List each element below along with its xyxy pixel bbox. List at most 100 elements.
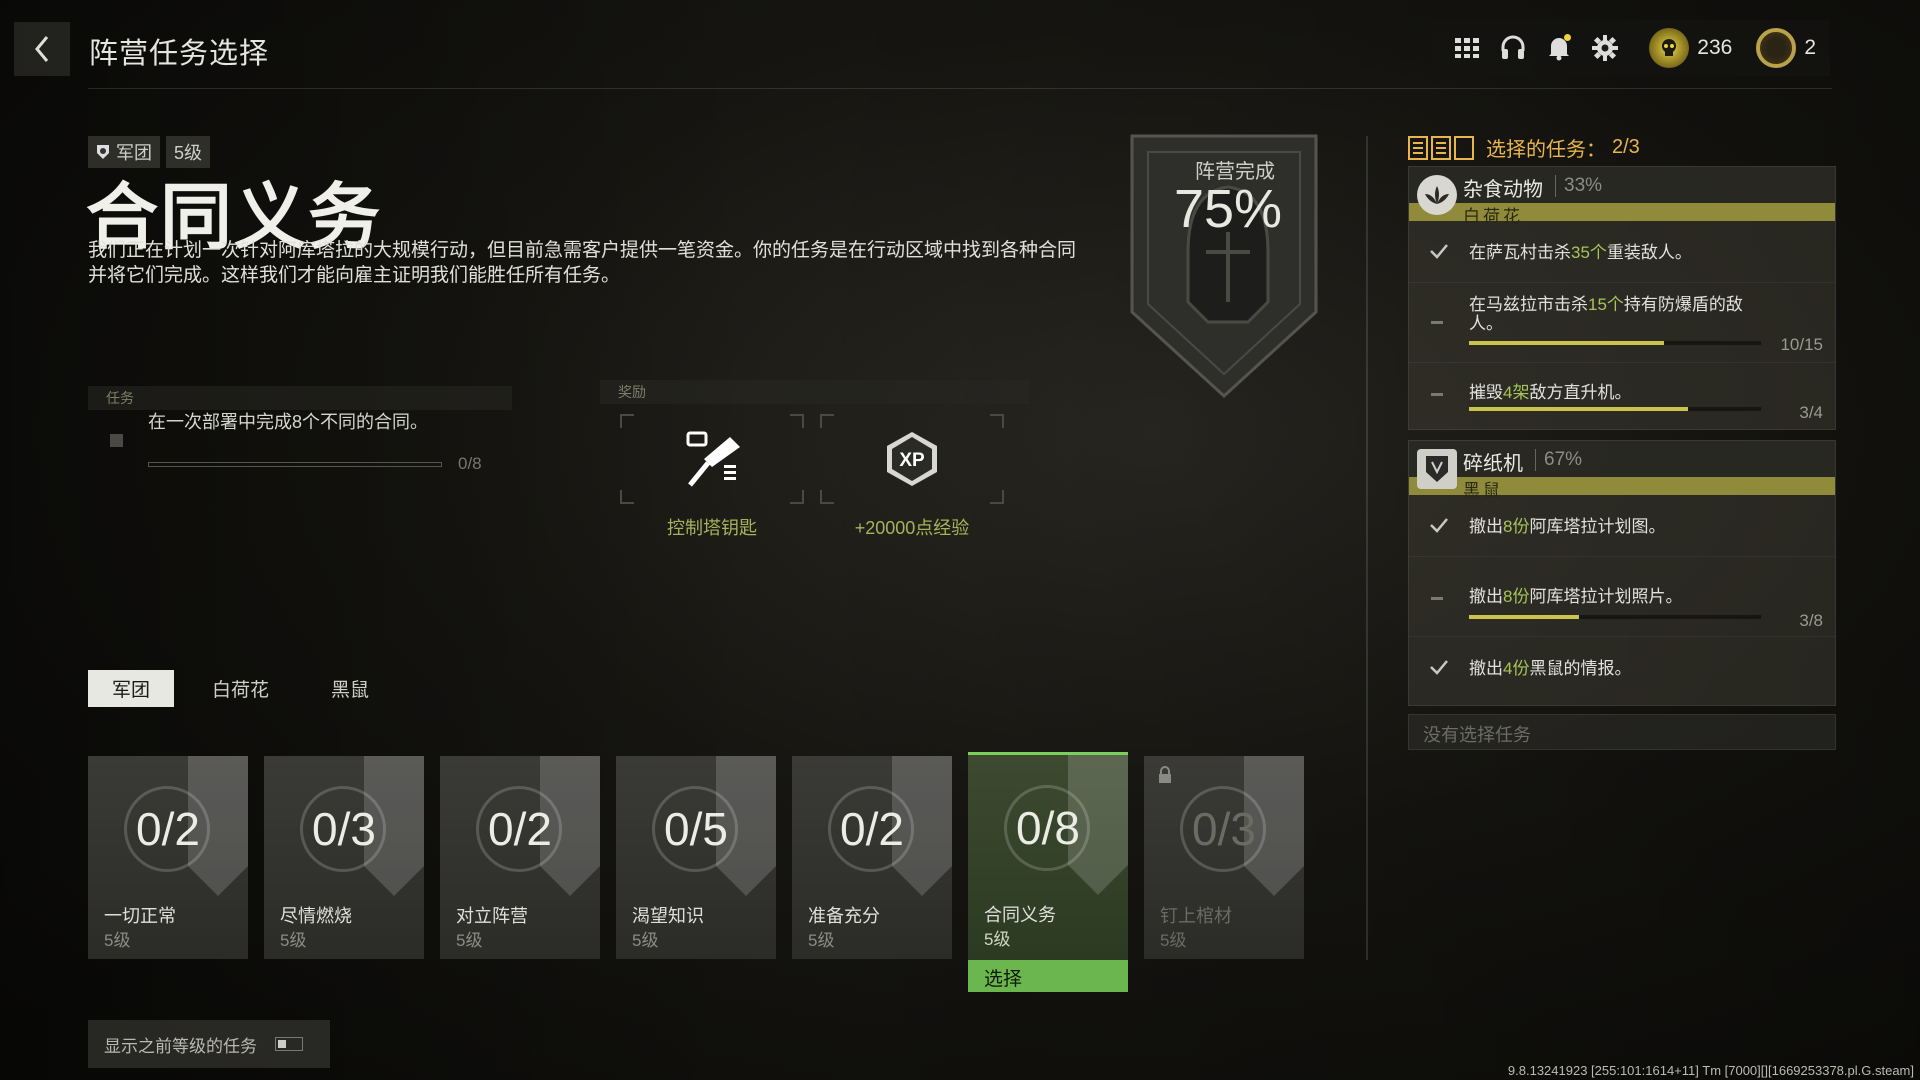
currency-ring[interactable]: 2	[1756, 28, 1816, 68]
grid-icon	[1455, 38, 1480, 58]
currency-skull[interactable]: 236	[1649, 28, 1732, 68]
objective-text-post: 黑鼠的情报。	[1529, 659, 1632, 678]
card-level: 5级	[632, 931, 659, 950]
objective-item: 撤出4份黑鼠的情报。	[1409, 637, 1835, 705]
grid-menu-button[interactable]	[1447, 28, 1487, 68]
gear-icon	[1592, 35, 1619, 61]
check-icon	[1430, 660, 1448, 675]
card-name: 准备充分	[808, 906, 880, 926]
objective-text-highlight: 15个	[1588, 295, 1624, 314]
card-level: 5级	[808, 931, 835, 950]
objective-text-post: 重装敌人。	[1606, 243, 1692, 262]
reward-corner	[790, 414, 804, 428]
build-info: 9.8.13241923 [255:101:1614+11] Tm [7000]…	[1507, 1063, 1914, 1078]
objective-text: 在马兹拉市击杀15个持有防爆盾的敌人。	[1469, 295, 1769, 333]
task-text: 在一次部署中完成8个不同的合同。	[148, 412, 429, 432]
objective-item: 摧毁4架敌方直升机。 3/4	[1409, 363, 1835, 429]
settings-button[interactable]	[1585, 28, 1625, 68]
objective-text-pre: 在马兹拉市击杀	[1469, 295, 1588, 314]
chevron-left-icon	[35, 36, 49, 62]
reward-xp-label: +20000点经验	[854, 518, 970, 538]
show-previous-tier-toggle[interactable]	[275, 1037, 303, 1051]
xp-icon-text: XP	[899, 450, 925, 471]
check-icon	[1430, 244, 1448, 259]
mission-card[interactable]: 0/5 渴望知识 5级	[616, 756, 776, 959]
objective-text-pre: 在萨瓦村击杀	[1469, 243, 1571, 262]
faction-completion-percent: 75%	[1173, 179, 1283, 239]
objective-text-pre: 撤出	[1469, 659, 1503, 678]
card-name: 渴望知识	[632, 906, 704, 926]
task-count: 0/8	[458, 454, 482, 473]
tab-white-lotus[interactable]: 白荷花	[188, 670, 293, 707]
card-name: 一切正常	[104, 906, 176, 926]
reward-key[interactable]	[620, 414, 804, 504]
card-level: 5级	[456, 931, 483, 950]
panel-header: 杂食动物 33% 白荷花	[1409, 167, 1835, 226]
task-slot-icons	[1408, 135, 1474, 160]
tab-legion[interactable]: 军团	[88, 670, 175, 707]
mission-card[interactable]: 0/3 尽情燃烧 5级	[264, 756, 424, 959]
reward-corner	[790, 490, 804, 504]
selected-task-panel-omnivore[interactable]: 杂食动物 33% 白荷花 在萨瓦村击杀35个重装敌人。 在马兹拉市击杀15个持有…	[1408, 166, 1836, 430]
card-count: 0/8	[1016, 802, 1080, 854]
incomplete-marker	[1431, 597, 1443, 600]
mission-card-selected[interactable]: 0/8 合同义务 5级	[968, 752, 1128, 962]
card-name: 钉上棺材	[1160, 906, 1232, 926]
headset-icon	[1501, 35, 1525, 59]
panel-divider	[1366, 136, 1368, 960]
mission-card[interactable]: 0/2 准备充分 5级	[792, 756, 952, 959]
header-divider	[88, 88, 1832, 89]
selected-tasks-header: 选择的任务： 2/3	[1408, 133, 1640, 162]
notifications-button[interactable]	[1539, 28, 1579, 68]
headset-button[interactable]	[1493, 28, 1533, 68]
mission-card-locked[interactable]: 0/3 钉上棺材 5级	[1144, 756, 1304, 959]
card-count: 0/2	[136, 803, 200, 855]
card-level: 5级	[1160, 931, 1187, 950]
card-name: 合同义务	[984, 905, 1056, 925]
objective-text-pre: 撤出	[1469, 587, 1503, 606]
reward-corner	[620, 414, 634, 428]
objective-text-highlight: 4架	[1503, 383, 1530, 402]
objective-text-post: 敌方直升机。	[1529, 383, 1632, 402]
panel-task-percent: 67%	[1535, 449, 1582, 471]
toggle-label: 显示之前等级的任务	[104, 1036, 257, 1056]
card-count: 0/3	[1192, 803, 1256, 855]
objective-text-post: 阿库塔拉计划图。	[1529, 517, 1666, 536]
skull-coin-icon	[1649, 28, 1690, 68]
card-name: 尽情燃烧	[280, 906, 352, 926]
reward-corner	[990, 490, 1004, 504]
lotus-icon	[1417, 175, 1457, 215]
objective-text: 摧毁4架敌方直升机。	[1469, 383, 1769, 402]
tab-black-mous[interactable]: 黑鼠	[307, 670, 393, 707]
rat-shield-icon	[1417, 449, 1457, 489]
mission-card[interactable]: 0/2 对立阵营 5级	[440, 756, 600, 959]
objective-text-post: 阿库塔拉计划照片。	[1529, 587, 1683, 606]
objective-text: 撤出8份阿库塔拉计划图。	[1469, 517, 1769, 536]
objective-text-highlight: 35个	[1571, 243, 1607, 262]
lock-icon	[1159, 766, 1171, 783]
reward-corner	[820, 490, 834, 504]
reward-corner	[990, 414, 1004, 428]
card-name: 对立阵营	[456, 906, 528, 926]
select-button[interactable]: 选择	[968, 960, 1128, 992]
objective-progress-bar	[1469, 407, 1761, 411]
back-button[interactable]	[14, 22, 70, 76]
mission-card[interactable]: 0/2 一切正常 5级	[88, 756, 248, 959]
objective-item: 撤出8份阿库塔拉计划图。	[1409, 497, 1835, 557]
incomplete-marker	[1431, 321, 1443, 324]
reward-corner	[620, 490, 634, 504]
incomplete-marker	[1431, 393, 1443, 396]
objective-count: 3/4	[1799, 403, 1823, 422]
objective-progress-bar	[1469, 341, 1761, 345]
objective-text-highlight: 8份	[1503, 517, 1530, 536]
card-count: 0/5	[664, 803, 728, 855]
task-section-label: 任务	[88, 386, 512, 410]
reward-xp[interactable]: XP	[820, 414, 1004, 504]
objective-text: 撤出4份黑鼠的情报。	[1469, 659, 1769, 678]
panel-task-percent: 33%	[1555, 175, 1602, 197]
card-count: 0/2	[488, 803, 552, 855]
card-level: 5级	[104, 931, 131, 950]
empty-task-slot[interactable]: 没有选择任务	[1408, 714, 1836, 750]
top-right-toolbar: 236 2	[1433, 20, 1830, 76]
selected-task-panel-shredder[interactable]: 碎纸机 67% 黑鼠 撤出8份阿库塔拉计划图。 撤出8份阿库塔拉计划照片。 3/…	[1408, 440, 1836, 706]
